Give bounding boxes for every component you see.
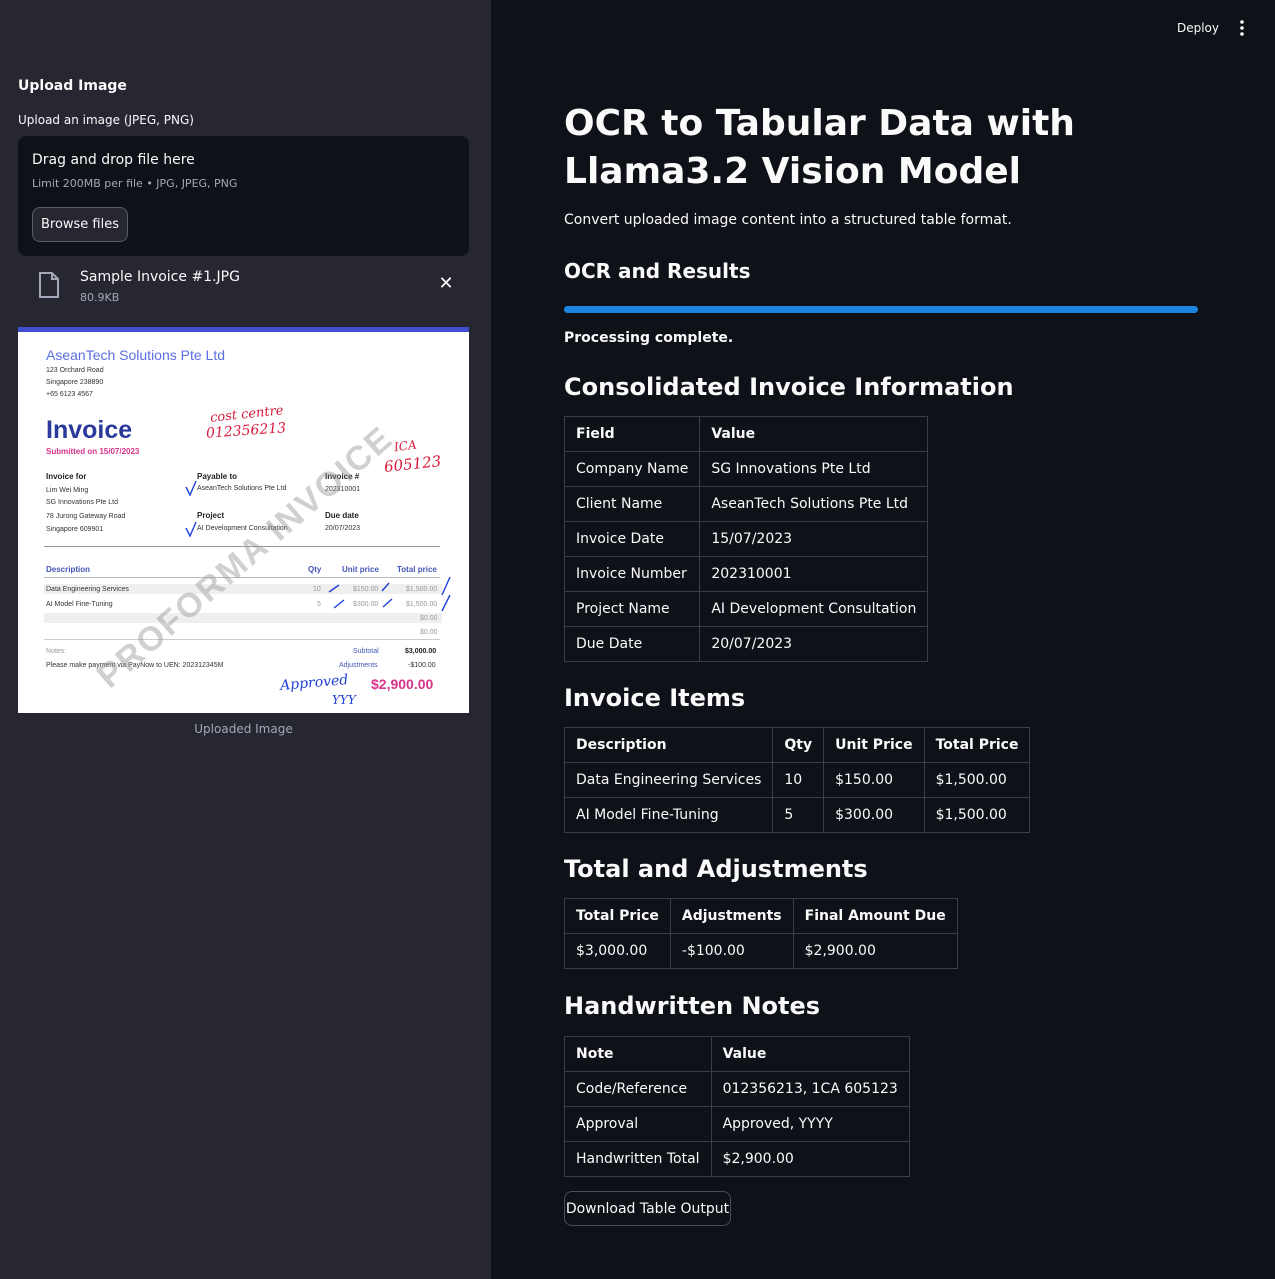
column-header: Field: [563, 416, 701, 452]
table-cell: Code/Reference: [564, 1071, 712, 1107]
table-cell: AI Model Fine-Tuning: [563, 797, 774, 833]
invoice-items-table: Description Qty Unit Price Total Price D…: [563, 727, 1031, 833]
handwritten-notes-table: Note Value Code/Reference 012356213, 1CA …: [564, 1036, 910, 1177]
invoice-items-heading: Invoice Items: [564, 684, 746, 712]
table-cell: Invoice Date: [563, 521, 701, 557]
table-cell: AseanTech Solutions Pte Ltd: [699, 486, 929, 522]
column-header: Final Amount Due: [792, 898, 958, 934]
table-row: Data Engineering Services 10 $150.00 $1,…: [563, 762, 1031, 798]
table-cell: Approval: [564, 1106, 712, 1142]
handwritten-checkmarks: [185, 480, 451, 612]
file-name: Sample Invoice #1.JPG: [80, 269, 240, 285]
file-dropzone[interactable]: Drag and drop file here Limit 200MB per …: [18, 136, 469, 256]
table-cell: $300.00: [823, 797, 925, 833]
file-icon: [39, 272, 59, 298]
consolidated-heading: Consolidated Invoice Information: [564, 373, 1014, 401]
table-cell: SG Innovations Pte Ltd: [699, 451, 929, 487]
uploaded-image-preview: AseanTech Solutions Pte Ltd 123 Orchard …: [18, 327, 469, 713]
table-cell: $2,900.00: [792, 933, 958, 969]
table-cell: AI Development Consultation: [699, 591, 929, 627]
browse-files-button[interactable]: Browse files: [32, 207, 128, 242]
table-row: Due Date 20/07/2023: [563, 626, 929, 662]
progress-bar-fill: [564, 306, 1198, 313]
table-row: Company Name SG Innovations Pte Ltd: [563, 451, 929, 487]
sidebar: Upload Image Upload an image (JPEG, PNG)…: [0, 0, 491, 1279]
handwritten-notes-heading: Handwritten Notes: [564, 992, 821, 1020]
table-cell: Data Engineering Services: [563, 762, 774, 798]
table-header-row: Description Qty Unit Price Total Price: [563, 727, 1031, 763]
table-cell: Due Date: [563, 626, 701, 662]
table-cell: Company Name: [563, 451, 701, 487]
totals-heading: Total and Adjustments: [564, 855, 868, 883]
table-cell: Invoice Number: [563, 556, 701, 592]
column-header: Adjustments: [669, 898, 794, 934]
file-size: 80.9KB: [80, 291, 120, 304]
consolidated-table: Field Value Company Name SG Innovations P…: [563, 416, 929, 662]
totals-table: Total Price Adjustments Final Amount Due…: [564, 898, 958, 969]
table-cell: $1,500.00: [923, 797, 1031, 833]
table-header-row: Total Price Adjustments Final Amount Due: [564, 898, 958, 934]
page-description: Convert uploaded image content into a st…: [564, 212, 1012, 228]
table-row: Approval Approved, YYYY: [564, 1106, 910, 1142]
table-cell: 012356213, 1CA 605123: [710, 1071, 910, 1107]
table-cell: 5: [772, 797, 825, 833]
uploader-label: Upload an image (JPEG, PNG): [18, 113, 194, 127]
column-header: Description: [563, 727, 774, 763]
table-cell: Handwritten Total: [564, 1141, 712, 1177]
table-header-row: Field Value: [563, 416, 929, 452]
sidebar-title: Upload Image: [18, 78, 127, 94]
table-row: Project Name AI Development Consultation: [563, 591, 929, 627]
table-cell: Approved, YYYY: [710, 1106, 910, 1142]
column-header: Total Price: [923, 727, 1031, 763]
table-cell: Project Name: [563, 591, 701, 627]
table-cell: 202310001: [699, 556, 929, 592]
dropzone-text: Drag and drop file here: [32, 152, 195, 168]
ocr-results-heading: OCR and Results: [564, 259, 751, 283]
dropzone-limit: Limit 200MB per file • JPG, JPEG, PNG: [32, 177, 238, 190]
remove-file-icon[interactable]: ✕: [436, 274, 456, 294]
table-header-row: Note Value: [564, 1036, 910, 1072]
table-row: Handwritten Total $2,900.00: [564, 1141, 910, 1177]
page-title: OCR to Tabular Data with Llama3.2 Vision…: [564, 103, 1075, 192]
table-cell: 10: [772, 762, 825, 798]
column-header: Total Price: [564, 898, 671, 934]
table-row: Invoice Number 202310001: [563, 556, 929, 592]
table-row: Code/Reference 012356213, 1CA 605123: [564, 1071, 910, 1107]
column-header: Value: [699, 416, 929, 452]
column-header: Note: [564, 1036, 712, 1072]
table-row: Client Name AseanTech Solutions Pte Ltd: [563, 486, 929, 522]
table-row: AI Model Fine-Tuning 5 $300.00 $1,500.00: [563, 797, 1031, 833]
status-message: Processing complete.: [564, 330, 734, 346]
table-cell: 20/07/2023: [699, 626, 929, 662]
column-header: Qty: [772, 727, 825, 763]
column-header: Value: [710, 1036, 910, 1072]
table-row: $3,000.00 -$100.00 $2,900.00: [564, 933, 958, 969]
table-cell: $1,500.00: [923, 762, 1031, 798]
table-cell: Client Name: [563, 486, 701, 522]
table-cell: $2,900.00: [710, 1141, 910, 1177]
table-row: Invoice Date 15/07/2023: [563, 521, 929, 557]
table-cell: $3,000.00: [564, 933, 671, 969]
table-cell: $150.00: [823, 762, 925, 798]
progress-bar: [564, 306, 1198, 313]
table-cell: 15/07/2023: [699, 521, 929, 557]
image-caption: Uploaded Image: [194, 722, 293, 736]
uploaded-file-row: Sample Invoice #1.JPG 80.9KB ✕: [18, 262, 469, 312]
deploy-button[interactable]: Deploy: [1172, 18, 1224, 38]
table-cell: -$100.00: [669, 933, 794, 969]
download-table-button[interactable]: Download Table Output: [564, 1191, 731, 1226]
column-header: Unit Price: [823, 727, 925, 763]
more-options-icon[interactable]: [1235, 17, 1249, 39]
